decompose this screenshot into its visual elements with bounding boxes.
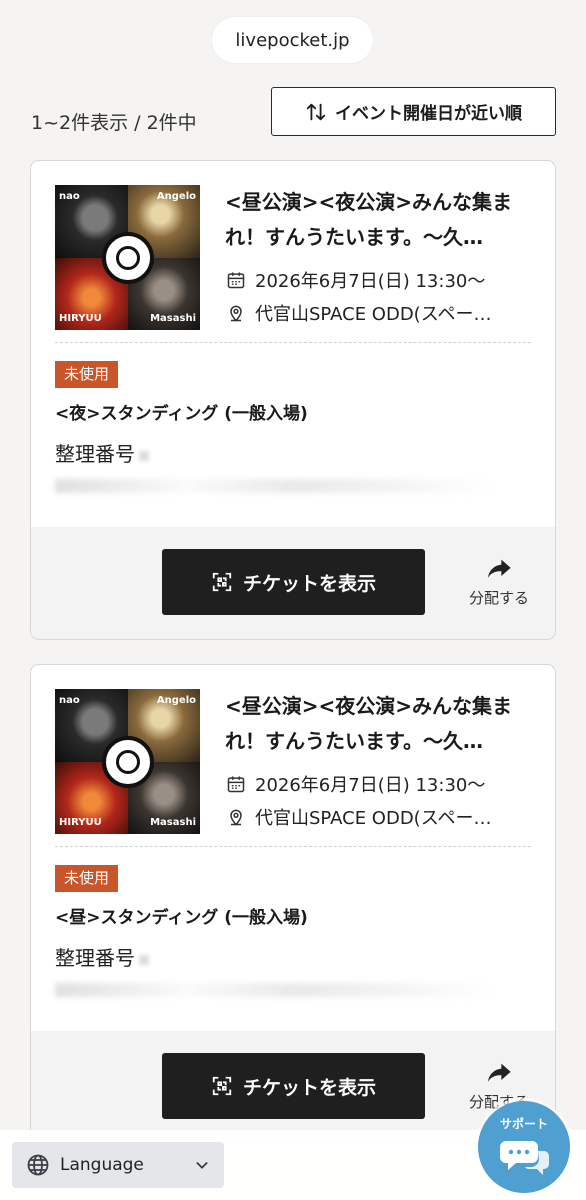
event-date-text: 2026年6月7日(日) 13:30〜 xyxy=(255,271,486,292)
thumb-name: Angelo xyxy=(156,695,196,706)
event-date-text: 2026年6月7日(日) 13:30〜 xyxy=(255,775,486,796)
thumb-name: nao xyxy=(59,695,80,706)
chevron-down-icon xyxy=(196,1162,208,1169)
thumb-name: Masashi xyxy=(150,313,196,324)
language-selector[interactable]: Language xyxy=(12,1142,224,1188)
thumb-name: Masashi xyxy=(150,817,196,828)
redacted-value xyxy=(139,450,149,461)
status-badge: 未使用 xyxy=(55,361,119,388)
event-venue: 代官山SPACE ODD(スペー… xyxy=(226,300,536,326)
status-badge: 未使用 xyxy=(55,865,119,892)
redacted-line xyxy=(55,479,495,493)
ticket-number: 整理番号 xyxy=(55,438,149,467)
globe-icon xyxy=(27,1154,49,1176)
redacted-value xyxy=(139,954,149,965)
event-thumbnail: nao Angelo HIRYUU Masashi xyxy=(55,185,200,330)
show-ticket-label: チケットを表示 xyxy=(242,1076,376,1099)
seat-type: <夜>スタンディング (一般入場) xyxy=(55,404,308,424)
event-date: 2026年6月7日(日) 13:30〜 xyxy=(226,771,536,797)
event-thumbnail: nao Angelo HIRYUU Masashi xyxy=(55,689,200,834)
event-venue: 代官山SPACE ODD(スペー… xyxy=(226,804,536,830)
ticket-number: 整理番号 xyxy=(55,942,149,971)
thumb-name: nao xyxy=(59,191,80,202)
ticket-card: nao Angelo HIRYUU Masashi <昼公演><夜公演>みんな集… xyxy=(30,160,556,640)
qr-code-icon xyxy=(212,572,232,592)
divider xyxy=(55,342,531,343)
calendar-icon xyxy=(227,776,245,793)
show-ticket-label: チケットを表示 xyxy=(242,572,376,595)
ticket-card: nao Angelo HIRYUU Masashi <昼公演><夜公演>みんな集… xyxy=(30,664,556,1144)
thumb-name: HIRYUU xyxy=(59,817,102,828)
support-chat-button[interactable]: サポート xyxy=(478,1101,570,1193)
language-label: Language xyxy=(60,1155,144,1175)
event-title[interactable]: <昼公演><夜公演>みんな集まれ！すんうたいます。〜久… xyxy=(225,185,537,255)
thumb-name: Angelo xyxy=(156,191,196,202)
qr-code-icon xyxy=(212,1076,232,1096)
calendar-icon xyxy=(227,272,245,289)
support-label: サポート xyxy=(499,1117,548,1131)
event-date: 2026年6月7日(日) 13:30〜 xyxy=(226,267,536,293)
sort-label: イベント開催日が近い順 xyxy=(335,104,522,124)
sort-arrows-icon xyxy=(306,103,326,120)
sort-button[interactable]: イベント開催日が近い順 xyxy=(271,87,556,136)
divider xyxy=(55,846,531,847)
share-button[interactable]: 分配する xyxy=(459,555,539,608)
ticket-number-label: 整理番号 xyxy=(55,442,135,466)
chat-bubbles-icon xyxy=(500,1141,549,1175)
seat-type: <昼>スタンディング (一般入場) xyxy=(55,908,308,928)
redacted-line xyxy=(55,983,495,997)
event-venue-text: 代官山SPACE ODD(スペー… xyxy=(255,808,492,829)
event-logo-seal xyxy=(101,231,154,284)
share-arrow-icon xyxy=(487,559,511,578)
result-count: 1~2件表示 / 2件中 xyxy=(31,112,197,134)
ticket-number-label: 整理番号 xyxy=(55,946,135,970)
show-ticket-button[interactable]: チケットを表示 xyxy=(162,1053,425,1119)
share-label: 分配する xyxy=(468,589,529,607)
map-pin-icon xyxy=(230,305,242,322)
url-bar[interactable]: livepocket.jp xyxy=(212,17,373,63)
show-ticket-button[interactable]: チケットを表示 xyxy=(162,549,425,615)
event-venue-text: 代官山SPACE ODD(スペー… xyxy=(255,304,492,325)
event-logo-seal xyxy=(101,735,154,788)
share-arrow-icon xyxy=(487,1063,511,1082)
event-title[interactable]: <昼公演><夜公演>みんな集まれ！すんうたいます。〜久… xyxy=(225,689,537,759)
thumb-name: HIRYUU xyxy=(59,313,102,324)
map-pin-icon xyxy=(230,809,242,826)
url-text: livepocket.jp xyxy=(235,29,350,51)
